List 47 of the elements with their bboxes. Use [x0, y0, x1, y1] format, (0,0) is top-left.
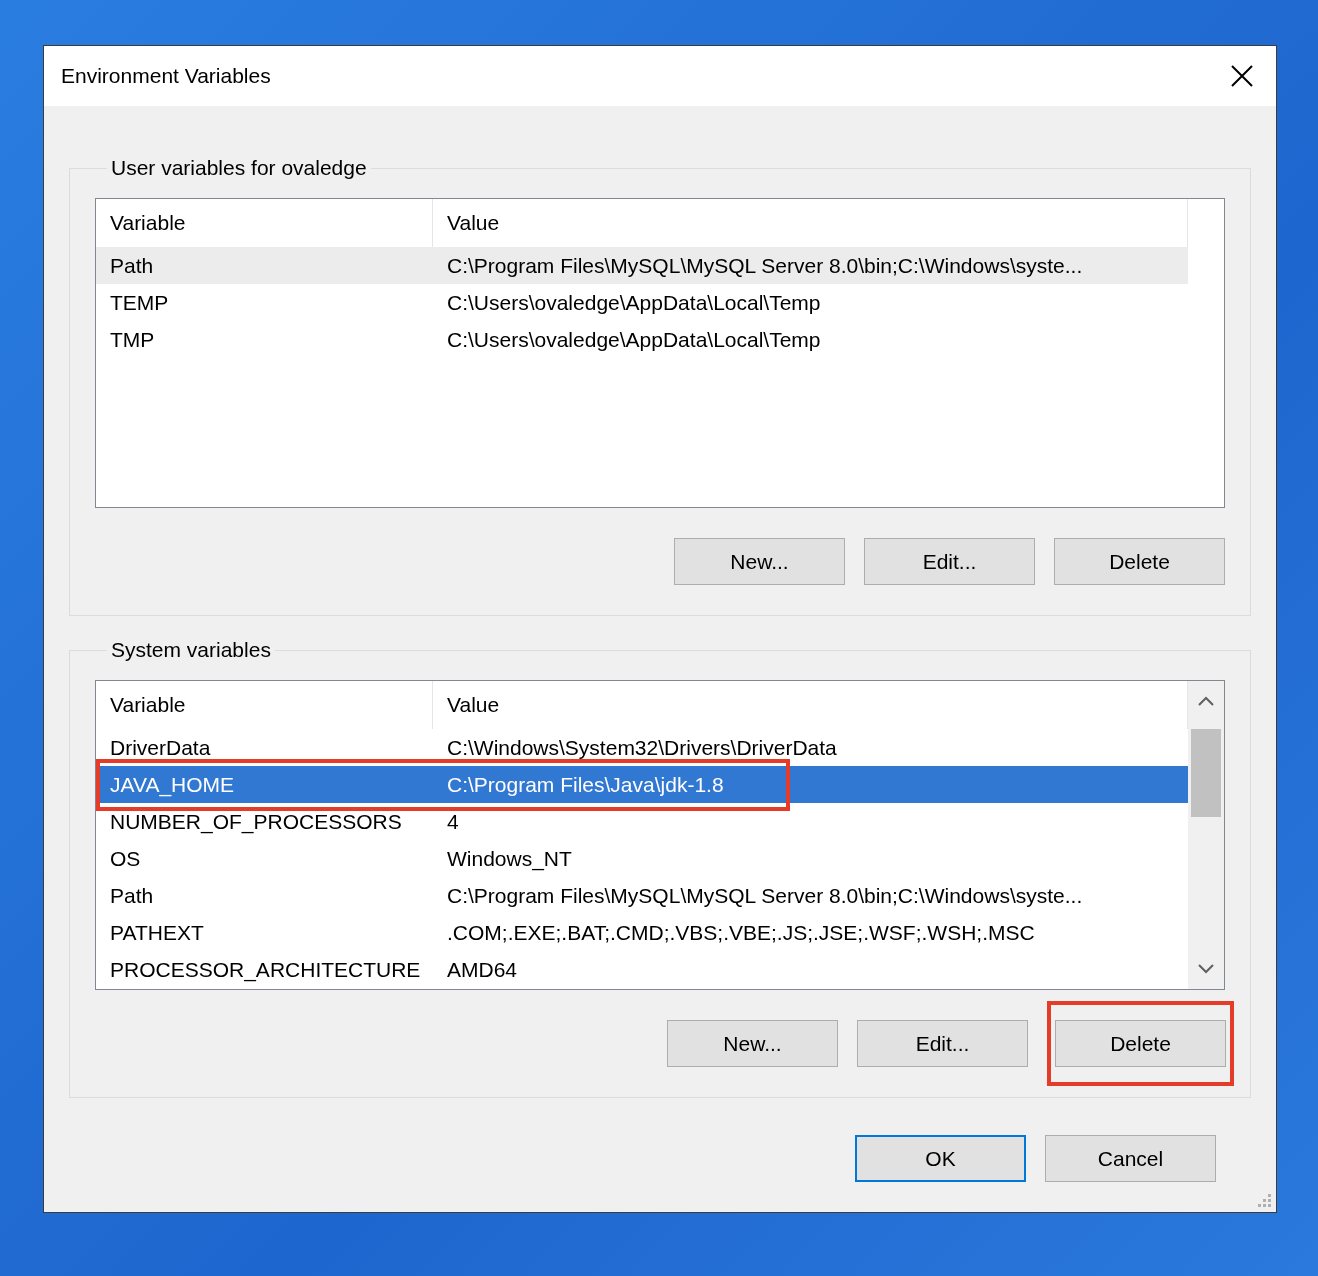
list-row[interactable]: TEMP C:\Users\ovaledge\AppData\Local\Temp — [96, 284, 1188, 321]
scroll-thumb[interactable] — [1191, 729, 1221, 817]
variable-value: C:\Program Files\Java\jdk-1.8 — [446, 771, 725, 798]
variable-name: OS — [109, 845, 142, 872]
group-label: User variables for ovaledge — [110, 156, 368, 180]
variable-value: AMD64 — [446, 956, 519, 983]
list-row[interactable]: DriverData C:\Windows\System32\Drivers\DriverData — [96, 729, 1188, 766]
list-row[interactable]: Path C:\Program Files\MySQL\MySQL Server 8.0\bin;C:\Windows\syste... — [96, 877, 1188, 914]
variable-name: TEMP — [109, 289, 170, 316]
dialog-button[interactable]: Delete — [1055, 1020, 1226, 1067]
variable-name: JAVA_HOME — [109, 771, 236, 799]
variable-value: C:\Users\ovaledge\AppData\Local\Temp — [446, 326, 822, 353]
variable-value: 4 — [446, 808, 460, 835]
variable-value: C:\Users\ovaledge\AppData\Local\Temp — [446, 289, 822, 316]
list-row[interactable]: PROCESSOR_ARCHITECTURE AMD64 — [96, 951, 1188, 988]
variable-name: PROCESSOR_ARCHITECTURE — [109, 956, 422, 984]
dialog-button[interactable]: OK — [855, 1135, 1026, 1182]
variable-name: Path — [109, 252, 155, 279]
group-label: System variables — [110, 638, 272, 662]
list-row[interactable]: NUMBER_OF_PROCESSORS 4 — [96, 803, 1188, 840]
variable-value: C:\Program Files\MySQL\MySQL Server 8.0\bin;C:\Windows\syste... — [446, 882, 1084, 909]
variable-value: C:\Program Files\MySQL\MySQL Server 8.0\bin;C:\Windows\syste... — [446, 252, 1084, 279]
variables-list[interactable]: Variable Value Path C:\Program Files\MySQL\MySQL Server 8.0\bin;C:\Windows\syste... TEMP C:\Users\ovaledge\AppData\Local\Temp TMP C:\Users\ovaledge\AppData\Local\Temp — [95, 198, 1225, 508]
close-icon — [1231, 65, 1253, 87]
dialog-button[interactable]: New... — [674, 538, 845, 585]
list-row[interactable]: TMP C:\Users\ovaledge\AppData\Local\Temp — [96, 321, 1188, 358]
dialog-button[interactable]: Cancel — [1045, 1135, 1216, 1182]
variable-value: Windows_NT — [446, 845, 573, 873]
list-row[interactable]: Path C:\Program Files\MySQL\MySQL Server 8.0\bin;C:\Windows\syste... — [96, 247, 1188, 284]
dialog-button[interactable]: Edit... — [864, 538, 1035, 585]
list-row[interactable]: PATHEXT .COM;.EXE;.BAT;.CMD;.VBS;.VBE;.JS;.JSE;.WSF;.WSH;.MSC — [96, 914, 1188, 951]
dialog-button[interactable]: Delete — [1054, 538, 1225, 585]
variable-value: .COM;.EXE;.BAT;.CMD;.VBS;.VBE;.JS;.JSE;.WSF;.WSH;.MSC — [446, 919, 1036, 946]
variable-name: TMP — [109, 326, 156, 353]
variable-name: Path — [109, 882, 155, 909]
variables-list[interactable] — [95, 680, 1225, 990]
variable-name: PATHEXT — [109, 919, 205, 946]
dialog-button[interactable]: New... — [667, 1020, 838, 1067]
variable-name: NUMBER_OF_PROCESSORS — [109, 808, 403, 836]
scrollbar[interactable] — [1188, 681, 1224, 989]
list-row[interactable]: OS Windows_NT — [96, 840, 1188, 877]
column-header[interactable]: Variable — [96, 681, 433, 729]
dialog-button[interactable]: Edit... — [857, 1020, 1028, 1067]
resize-grip-icon[interactable] — [1258, 1194, 1272, 1208]
window-title: Environment Variables — [61, 64, 271, 88]
variable-name: DriverData — [109, 734, 212, 761]
variable-value: C:\Windows\System32\Drivers\DriverData — [446, 734, 838, 761]
